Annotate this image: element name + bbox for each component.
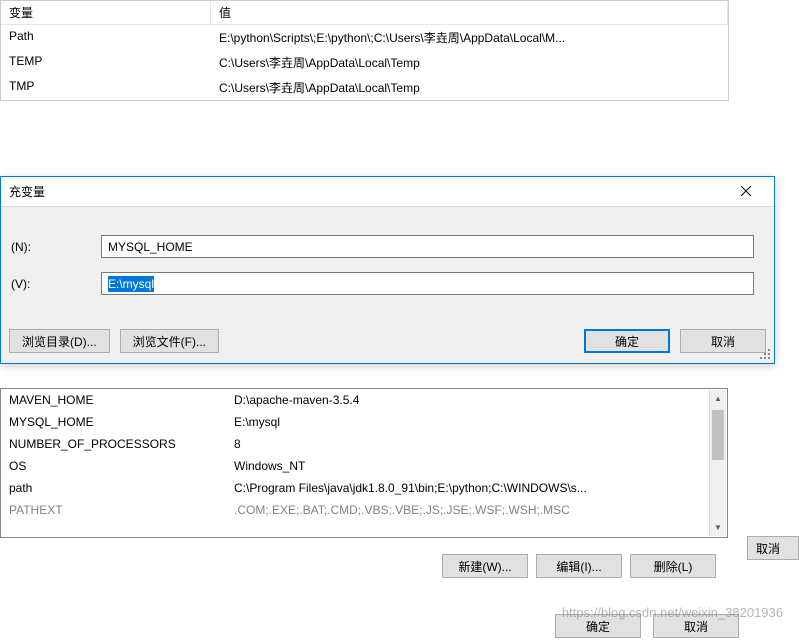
parent-window-cancel-partial[interactable]: 取消 (747, 536, 799, 560)
resize-grip-icon[interactable] (760, 349, 772, 361)
table-row[interactable]: Path E:\python\Scripts\;E:\python\;C:\Us… (1, 25, 728, 50)
cell-variable: TMP (1, 77, 211, 98)
system-vars-buttons: 新建(W)... 编辑(I)... 删除(L) (0, 554, 728, 578)
parent-dialog-buttons: 确定 取消 (555, 614, 739, 638)
scroll-up-icon[interactable]: ▲ (710, 390, 726, 407)
cell-variable: MAVEN_HOME (1, 391, 226, 409)
cell-value: 8 (226, 435, 727, 453)
cell-variable: path (1, 479, 226, 497)
ok-button[interactable]: 确定 (584, 329, 670, 353)
close-button[interactable] (726, 178, 766, 206)
cell-value: E:\python\Scripts\;E:\python\;C:\Users\李… (211, 27, 728, 48)
variable-value-input[interactable]: E:\mysql (101, 272, 754, 295)
col-header-variable[interactable]: 变量 (1, 1, 211, 24)
cancel-label: 取消 (756, 540, 780, 557)
dialog-titlebar[interactable]: 充变量 (1, 177, 774, 207)
dialog-button-row: 浏览目录(D)... 浏览文件(F)... 确定 取消 (1, 323, 774, 363)
edit-button[interactable]: 编辑(I)... (536, 554, 622, 578)
cell-value: D:\apache-maven-3.5.4 (226, 391, 727, 409)
browse-directory-button[interactable]: 浏览目录(D)... (9, 329, 110, 353)
cell-variable: PATHEXT (1, 501, 226, 519)
cell-variable: NUMBER_OF_PROCESSORS (1, 435, 226, 453)
cell-value: .COM;.EXE;.BAT;.CMD;.VBS;.VBE;.JS;.JSE;.… (226, 501, 727, 519)
cell-value: C:\Users\李垚周\AppData\Local\Temp (211, 77, 728, 98)
table-row[interactable]: path C:\Program Files\java\jdk1.8.0_91\b… (1, 477, 727, 499)
table-row[interactable]: NUMBER_OF_PROCESSORS 8 (1, 433, 727, 455)
dialog-body: (N): (V): E:\mysql (1, 207, 774, 323)
cancel-button[interactable]: 取消 (680, 329, 766, 353)
parent-cancel-button[interactable]: 取消 (653, 614, 739, 638)
cell-variable: TEMP (1, 52, 211, 73)
system-variables-list: MAVEN_HOME D:\apache-maven-3.5.4 MYSQL_H… (0, 388, 728, 538)
table-row[interactable]: TEMP C:\Users\李垚周\AppData\Local\Temp (1, 50, 728, 75)
table-row[interactable]: OS Windows_NT (1, 455, 727, 477)
cell-variable: MYSQL_HOME (1, 413, 226, 431)
cell-value: E:\mysql (226, 413, 727, 431)
cell-variable: Path (1, 27, 211, 48)
cell-variable: OS (1, 457, 226, 475)
scroll-down-icon[interactable]: ▼ (710, 519, 726, 536)
browse-file-button[interactable]: 浏览文件(F)... (120, 329, 219, 353)
table-row[interactable]: MYSQL_HOME E:\mysql (1, 411, 727, 433)
form-row-name: (N): (9, 235, 754, 258)
delete-button[interactable]: 删除(L) (630, 554, 716, 578)
variable-name-input[interactable] (101, 235, 754, 258)
scroll-thumb[interactable] (712, 410, 724, 460)
user-variables-list: 变量 值 Path E:\python\Scripts\;E:\python\;… (0, 0, 729, 101)
parent-ok-button[interactable]: 确定 (555, 614, 641, 638)
scrollbar-vertical[interactable]: ▲ ▼ (709, 390, 726, 536)
edit-variable-dialog: 充变量 (N): (V): E:\mysql 浏览目录(D)... 浏览文件(F… (0, 176, 775, 364)
dialog-title: 充变量 (9, 183, 45, 200)
new-button[interactable]: 新建(W)... (442, 554, 528, 578)
table-row[interactable]: TMP C:\Users\李垚周\AppData\Local\Temp (1, 75, 728, 100)
table-row[interactable]: PATHEXT .COM;.EXE;.BAT;.CMD;.VBS;.VBE;.J… (1, 499, 727, 521)
cell-value: C:\Users\李垚周\AppData\Local\Temp (211, 52, 728, 73)
variable-name-label: (N): (9, 240, 101, 254)
table-row[interactable]: MAVEN_HOME D:\apache-maven-3.5.4 (1, 389, 727, 411)
form-row-value: (V): E:\mysql (9, 272, 754, 295)
close-icon (741, 185, 751, 199)
cell-value: Windows_NT (226, 457, 727, 475)
variable-value-label: (V): (9, 277, 101, 291)
col-header-value[interactable]: 值 (211, 1, 728, 24)
cell-value: C:\Program Files\java\jdk1.8.0_91\bin;E:… (226, 479, 727, 497)
user-vars-header: 变量 值 (1, 1, 728, 25)
